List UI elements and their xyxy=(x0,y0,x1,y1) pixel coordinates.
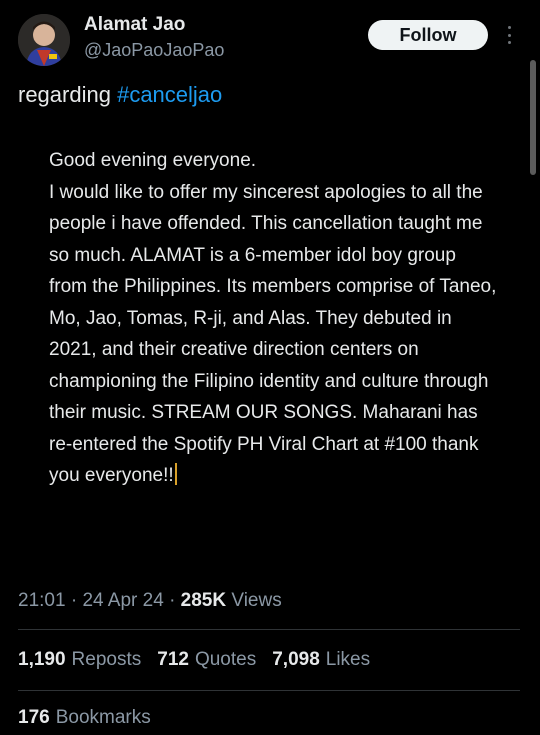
title-prefix: regarding xyxy=(18,82,118,107)
tweet-image-text: Good evening everyone. I would like to o… xyxy=(49,145,499,492)
tweet-date[interactable]: 24 Apr 24 xyxy=(82,590,163,611)
text-cursor xyxy=(174,463,177,485)
author-handle[interactable]: @JaoPaoJaoPao xyxy=(84,40,224,61)
tweet-title: regarding #canceljao xyxy=(18,82,222,108)
quotes-stat[interactable]: 712 Quotes xyxy=(157,649,256,671)
divider xyxy=(18,629,520,630)
likes-label: Likes xyxy=(325,649,371,670)
author-name[interactable]: Alamat Jao xyxy=(84,14,185,36)
quotes-count: 712 xyxy=(157,649,189,670)
quotes-label: Quotes xyxy=(194,649,257,670)
avatar-image xyxy=(18,14,70,66)
likes-count: 7,098 xyxy=(272,649,320,670)
views-count: 285K xyxy=(180,590,227,611)
hashtag-link[interactable]: #canceljao xyxy=(117,82,222,107)
engagement-stats: 1,190 Reposts 712 Quotes 7,098 Likes xyxy=(18,649,370,671)
reposts-count: 1,190 xyxy=(18,649,66,670)
tweet-meta: 21:01 · 24 Apr 24 · 285K Views xyxy=(18,590,282,612)
more-options-icon[interactable] xyxy=(506,26,512,44)
bookmarks-stat[interactable]: 176 Bookmarks xyxy=(18,707,151,729)
tweet-time[interactable]: 21:01 xyxy=(18,590,66,611)
follow-button[interactable]: Follow xyxy=(368,20,488,50)
reposts-stat[interactable]: 1,190 Reposts xyxy=(18,649,141,671)
bookmarks-count: 176 xyxy=(18,707,50,728)
reposts-label: Reposts xyxy=(71,649,142,670)
avatar[interactable] xyxy=(18,14,70,66)
likes-stat[interactable]: 7,098 Likes xyxy=(272,649,370,671)
meta-separator: · xyxy=(70,590,78,611)
views-label: Views xyxy=(231,590,282,611)
tweet-body: Good evening everyone. I would like to o… xyxy=(49,150,497,486)
meta-separator: · xyxy=(169,590,176,611)
bookmarks-label: Bookmarks xyxy=(55,707,151,728)
scrollbar[interactable] xyxy=(530,60,536,175)
divider xyxy=(18,690,520,691)
